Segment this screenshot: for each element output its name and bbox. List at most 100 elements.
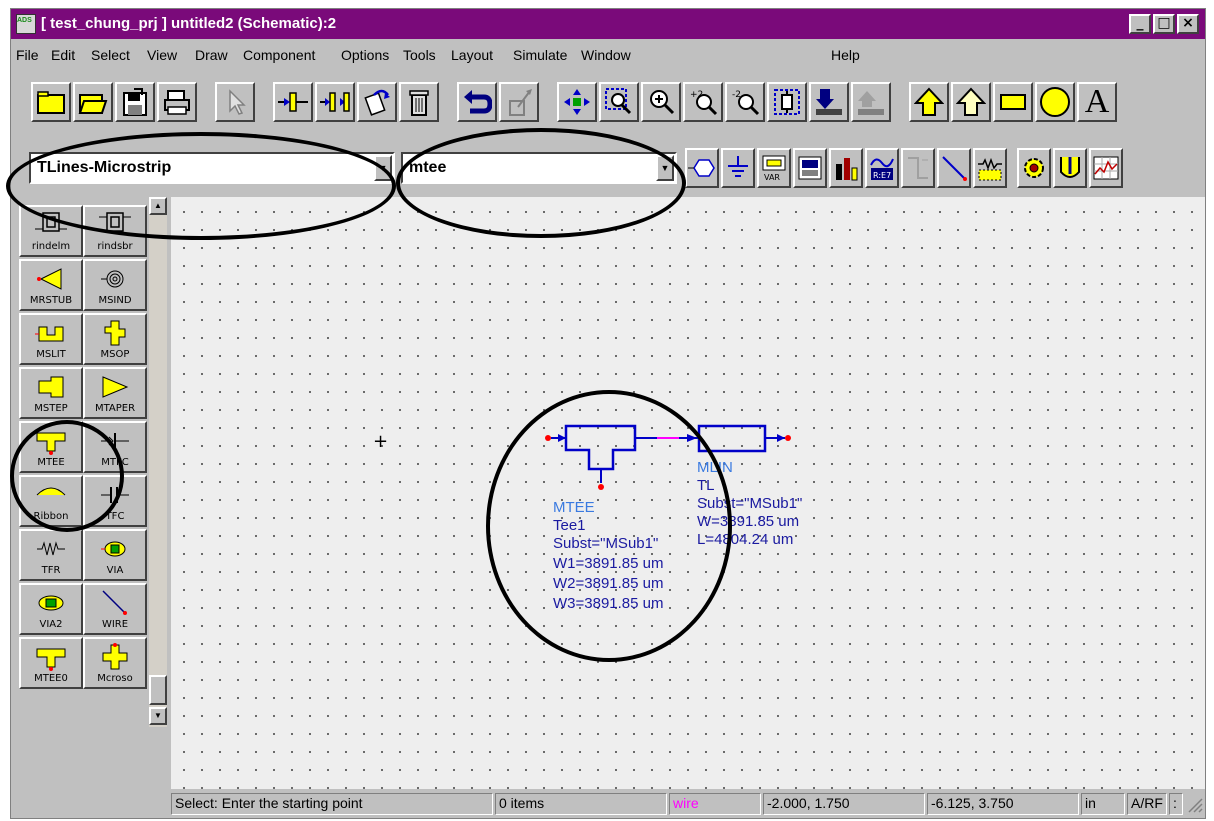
- ground-icon[interactable]: [721, 148, 755, 188]
- menu-tools[interactable]: Tools: [403, 47, 436, 63]
- gear-icon[interactable]: [1017, 148, 1051, 188]
- new-folder-icon[interactable]: [31, 82, 71, 122]
- display-icon[interactable]: [793, 148, 827, 188]
- annotation-ellipse-palette-mtee: [10, 420, 124, 532]
- rectangle-icon[interactable]: [993, 82, 1033, 122]
- arrow-up-outline-icon[interactable]: [951, 82, 991, 122]
- palette-item-msind[interactable]: MSIND: [83, 259, 147, 311]
- palette-item-wire[interactable]: WIRE: [83, 583, 147, 635]
- palette-item-label: MSTEP: [34, 403, 68, 414]
- pop-out-icon[interactable]: [851, 82, 891, 122]
- palette-item-label: Mcroso: [97, 673, 133, 684]
- palette-item-mtee0[interactable]: MTEE0: [19, 637, 83, 689]
- menu-file[interactable]: File: [16, 47, 39, 63]
- graph-icon[interactable]: [1089, 148, 1123, 188]
- app-icon[interactable]: ADS: [16, 14, 36, 34]
- palette-item-label: MTEE0: [34, 673, 68, 684]
- var-icon[interactable]: VAR: [757, 148, 791, 188]
- status-coord-cursor: -2.000, 1.750: [763, 793, 925, 815]
- palette-item-label: MSIND: [98, 295, 132, 306]
- resistor-icon[interactable]: [973, 148, 1007, 188]
- select-arrow-icon[interactable]: [215, 82, 255, 122]
- palette-item-label: MSOP: [100, 349, 130, 360]
- title-bar: ADS [ test_chung_prj ] untitled2 (Schema…: [11, 9, 1205, 39]
- palette-item-label: rindsbr: [97, 241, 133, 252]
- palette-item-via2[interactable]: VIA2: [19, 583, 83, 635]
- menu-layout[interactable]: Layout: [451, 47, 493, 63]
- mirror-component-icon[interactable]: [315, 82, 355, 122]
- palette-item-label: VIA: [106, 565, 124, 576]
- palette-item-mslit[interactable]: MSLIT: [19, 313, 83, 365]
- menu-help[interactable]: Help: [831, 47, 860, 63]
- status-coord-reference: -6.125, 3.750: [927, 793, 1079, 815]
- status-extra: :: [1169, 793, 1183, 815]
- tuning-icon[interactable]: [1053, 148, 1087, 188]
- menu-draw[interactable]: Draw: [195, 47, 228, 63]
- arrow-up-icon[interactable]: [909, 82, 949, 122]
- palette-item-msop[interactable]: MSOP: [83, 313, 147, 365]
- delete-icon[interactable]: [399, 82, 439, 122]
- zoom-in-icon[interactable]: +2: [683, 82, 723, 122]
- palette-item-label: MTAPER: [94, 403, 136, 414]
- status-mode: wire: [669, 793, 761, 815]
- redo-icon[interactable]: [499, 82, 539, 122]
- maximize-button[interactable]: □: [1153, 14, 1175, 34]
- zoom-out-icon[interactable]: -2: [725, 82, 765, 122]
- disabled-port-icon[interactable]: [901, 148, 935, 188]
- mlin-component[interactable]: [697, 424, 791, 453]
- main-toolbar: +2 -2 A: [11, 75, 1205, 131]
- close-button[interactable]: ×: [1177, 14, 1199, 34]
- menu-edit[interactable]: Edit: [51, 47, 75, 63]
- text-icon[interactable]: A: [1077, 82, 1117, 122]
- palette-scrollbar[interactable]: ▲ ▼: [149, 197, 167, 727]
- palette-item-label: WIRE: [101, 619, 129, 630]
- print-icon[interactable]: [157, 82, 197, 122]
- menu-component[interactable]: Component: [243, 47, 315, 63]
- status-domain: A/RF: [1127, 793, 1167, 815]
- data-icon[interactable]: [829, 148, 863, 188]
- annotation-ellipse-mtee-params: [486, 390, 732, 662]
- palette-item-label: MSLIT: [36, 349, 66, 360]
- scroll-down-icon[interactable]: ▼: [149, 707, 167, 725]
- palette-item-label: VIA2: [39, 619, 63, 630]
- minimize-button[interactable]: _: [1129, 14, 1151, 34]
- wire-icon[interactable]: [937, 148, 971, 188]
- resize-grip-icon[interactable]: [1185, 795, 1203, 813]
- menu-options[interactable]: Options: [341, 47, 389, 63]
- status-bar: Select: Enter the starting point 0 items…: [11, 791, 1205, 817]
- palette-item-label: TFR: [41, 565, 61, 576]
- status-units: in: [1081, 793, 1125, 815]
- menu-simulate[interactable]: Simulate: [513, 47, 567, 63]
- zoom-area-icon[interactable]: [599, 82, 639, 122]
- palette-item-mcroso[interactable]: Mcroso: [83, 637, 147, 689]
- menu-view[interactable]: View: [147, 47, 177, 63]
- open-folder-icon[interactable]: [73, 82, 113, 122]
- palette-item-via[interactable]: VIA: [83, 529, 147, 581]
- save-icon[interactable]: [115, 82, 155, 122]
- push-into-icon[interactable]: [809, 82, 849, 122]
- circle-icon[interactable]: [1035, 82, 1075, 122]
- move-icon[interactable]: [557, 82, 597, 122]
- app-icon-label: ADS: [17, 17, 32, 24]
- view-all-icon[interactable]: [767, 82, 807, 122]
- status-item-count: 0 items: [495, 793, 667, 815]
- insert-component-icon[interactable]: [273, 82, 313, 122]
- palette-item-tfr[interactable]: TFR: [19, 529, 83, 581]
- menu-select[interactable]: Select: [91, 47, 130, 63]
- port-icon[interactable]: [685, 148, 719, 188]
- palette-item-mrstub[interactable]: MRSTUB: [19, 259, 83, 311]
- palette-item-label: rindelm: [31, 241, 71, 252]
- annotation-ellipse-library: [6, 132, 396, 240]
- window-title: [ test_chung_prj ] untitled2 (Schematic)…: [41, 15, 337, 32]
- palette-item-label: MRSTUB: [29, 295, 73, 306]
- zoom-icon[interactable]: [641, 82, 681, 122]
- menu-window[interactable]: Window: [581, 47, 631, 63]
- measure-eqn-icon[interactable]: R:E7: [865, 148, 899, 188]
- var-label: VAR: [764, 173, 780, 182]
- palette-item-mtaper[interactable]: MTAPER: [83, 367, 147, 419]
- palette-item-mstep[interactable]: MSTEP: [19, 367, 83, 419]
- rotate-icon[interactable]: [357, 82, 397, 122]
- undo-icon[interactable]: [457, 82, 497, 122]
- menu-bar: File Edit Select View Draw Component Opt…: [11, 41, 1205, 67]
- scroll-thumb[interactable]: [149, 675, 167, 705]
